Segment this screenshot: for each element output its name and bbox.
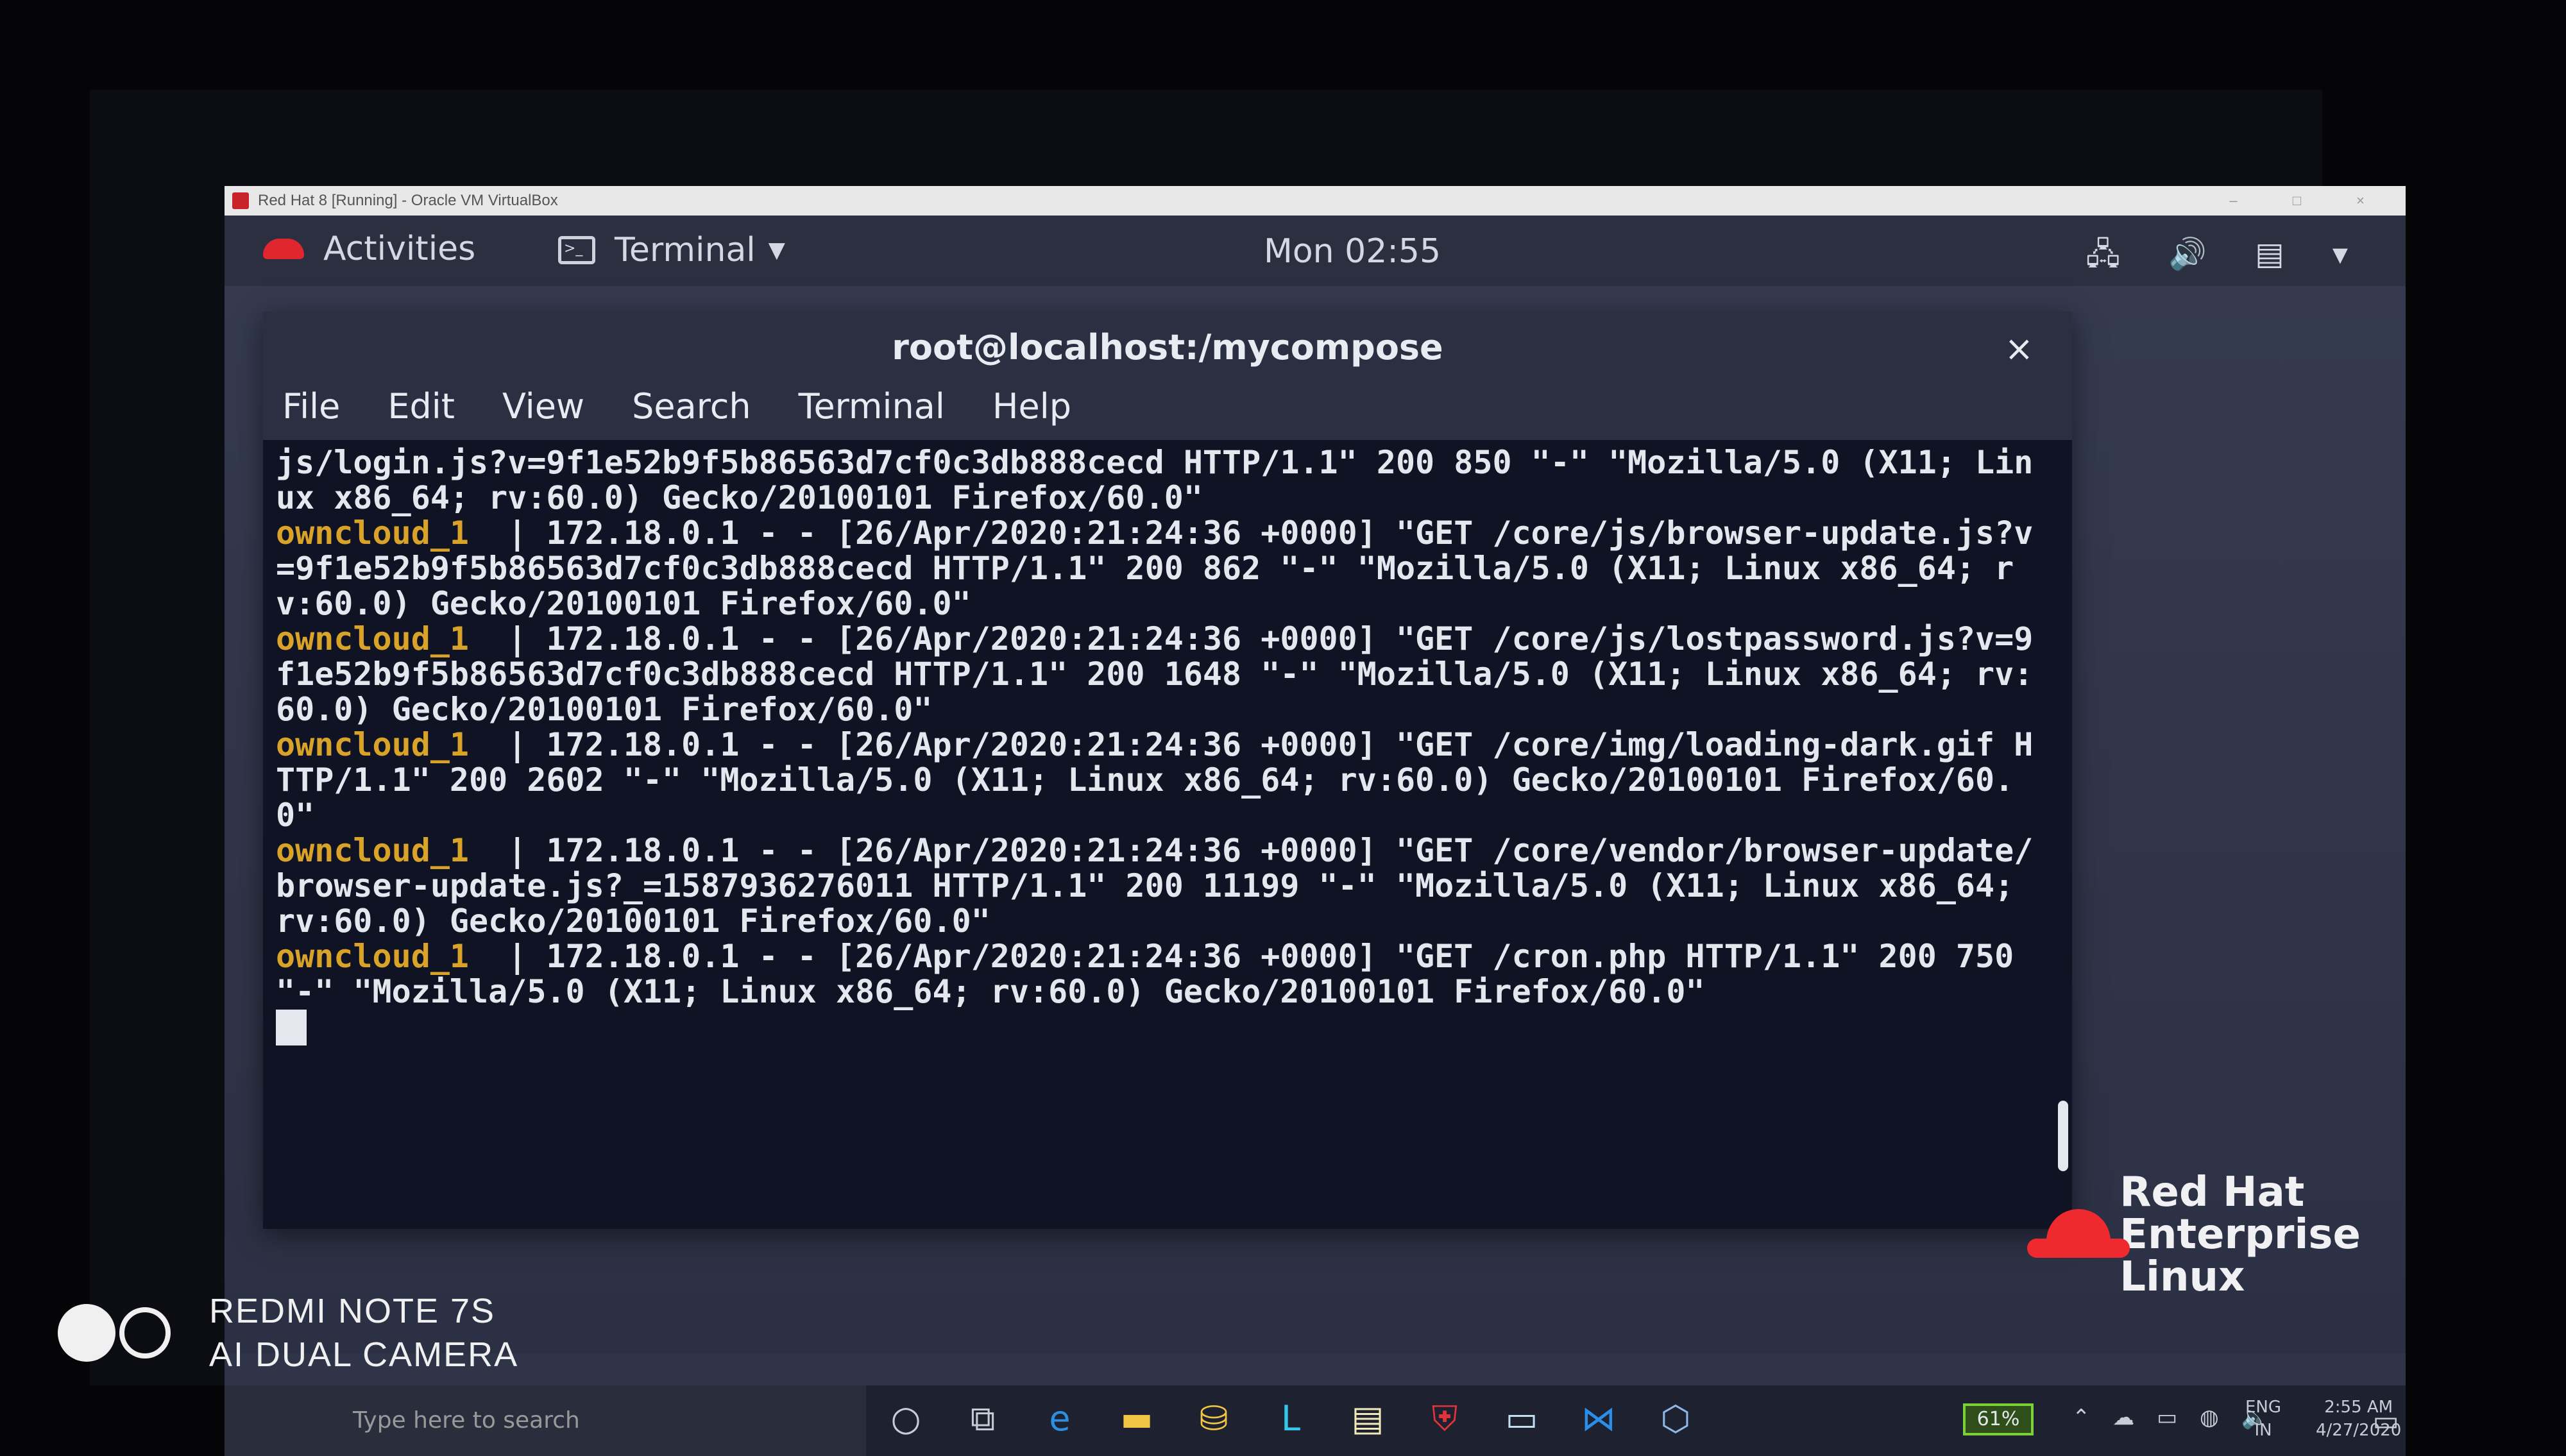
virtualbox-app-icon (232, 192, 249, 209)
log-prefix: owncloud_1 (276, 514, 470, 552)
terminal-window: root@localhost:/mycompose × File Edit Vi… (263, 312, 2072, 1229)
mcafee-icon[interactable]: ⛨ (1424, 1398, 1465, 1439)
log-text: | 172.18.0.1 - - [26/Apr/2020:21:24:36 +… (276, 514, 2034, 622)
watermark-ring-icon (119, 1307, 171, 1359)
log-text: | 172.18.0.1 - - [26/Apr/2020:21:24:36 +… (276, 832, 2034, 940)
lang-top: ENG (2245, 1398, 2282, 1417)
edge-icon[interactable]: e (1039, 1398, 1080, 1439)
gnome-top-bar: Activities >_ Terminal ▼ Mon 02:55 🖧 🔊 ▤… (225, 216, 2406, 286)
battery-indicator[interactable]: 61% (1963, 1403, 2034, 1435)
menu-file[interactable]: File (282, 386, 340, 427)
menu-search[interactable]: Search (632, 386, 751, 427)
terminal-title: root@localhost:/mycompose (892, 327, 1443, 368)
close-icon[interactable]: × (2005, 328, 2034, 369)
log-text: | 172.18.0.1 - - [26/Apr/2020:21:24:36 +… (276, 938, 2034, 1010)
app-menu-label: Terminal (615, 231, 756, 269)
terminal-icon: >_ (558, 236, 595, 264)
log-prefix: owncloud_1 (276, 832, 470, 869)
windows-taskbar: Type here to search ○ ⧉ e ▬ ⛁ L ▤ ⛨ ▭ ⋈ … (225, 1385, 2406, 1456)
log-text: | 172.18.0.1 - - [26/Apr/2020:21:24:36 +… (276, 620, 2034, 728)
activities-button[interactable]: Activities (263, 230, 475, 268)
redhat-logo-icon (2027, 1209, 2130, 1260)
log-line: owncloud_1 | 172.18.0.1 - - [26/Apr/2020… (276, 727, 2034, 833)
watermark-line-1: REDMI NOTE 7S (209, 1292, 496, 1330)
virtualbox-titlebar: Red Hat 8 [Running] - Oracle VM VirtualB… (225, 186, 2406, 216)
virtualbox-title: Red Hat 8 [Running] - Oracle VM VirtualB… (258, 192, 558, 209)
log-text: | 172.18.0.1 - - [26/Apr/2020:21:24:36 +… (276, 726, 2034, 834)
vscode-icon[interactable]: ⋈ (1578, 1398, 1619, 1439)
terminal-output[interactable]: js/login.js?v=9f1e52b9f5b86563d7cf0c3db8… (263, 440, 2072, 1229)
redhat-enterprise-logo: Red Hat Enterprise Linux (2027, 1171, 2406, 1298)
task-view-icon[interactable]: ⧉ (962, 1398, 1003, 1439)
log-prefix: owncloud_1 (276, 726, 470, 763)
desktop: root@localhost:/mycompose × File Edit Vi… (225, 286, 2406, 1353)
log-line: owncloud_1 | 172.18.0.1 - - [26/Apr/2020… (276, 939, 2034, 1010)
clock[interactable]: Mon 02:55 (1264, 232, 1441, 271)
notification-icon[interactable]: ▭ (2372, 1405, 2399, 1437)
menu-view[interactable]: View (502, 386, 584, 427)
notes-icon[interactable]: ▤ (1347, 1398, 1388, 1439)
log-line: owncloud_1 | 172.18.0.1 - - [26/Apr/2020… (276, 516, 2034, 622)
terminal-cursor (276, 1010, 307, 1045)
language-indicator[interactable]: ENG IN (2245, 1396, 2281, 1442)
log-line: owncloud_1 | 172.18.0.1 - - [26/Apr/2020… (276, 622, 2034, 727)
terminal-menu-bar: File Edit View Search Terminal Help (282, 386, 1071, 427)
terminal-scrollbar[interactable] (2058, 1101, 2068, 1171)
terminal-app-menu[interactable]: >_ Terminal ▼ (558, 231, 785, 269)
menu-terminal[interactable]: Terminal (799, 386, 945, 427)
watermark-dot-icon (58, 1304, 115, 1362)
lang-bottom: IN (2254, 1421, 2272, 1440)
chevron-down-icon: ▼ (768, 237, 785, 263)
activities-label: Activities (323, 230, 476, 268)
log-prefix: owncloud_1 (276, 620, 470, 657)
camera-watermark: REDMI NOTE 7S AI DUAL CAMERA (58, 1289, 518, 1376)
chat-icon[interactable]: ▭ (1501, 1398, 1542, 1439)
log-prefix: owncloud_1 (276, 938, 470, 975)
store-icon[interactable]: ⛁ (1193, 1398, 1234, 1439)
log-line: owncloud_1 | 172.18.0.1 - - [26/Apr/2020… (276, 833, 2034, 939)
virtualbox-icon[interactable]: ⬡ (1655, 1398, 1696, 1439)
log-text: js/login.js?v=9f1e52b9f5b86563d7cf0c3db8… (276, 444, 2034, 516)
watermark-line-2: AI DUAL CAMERA (209, 1335, 519, 1374)
app-l-icon[interactable]: L (1270, 1398, 1311, 1439)
redhat-hat-icon (263, 239, 304, 259)
monitor-frame: Red Hat 8 [Running] - Oracle VM VirtualB… (90, 90, 2406, 1456)
system-tray-menu[interactable]: 🖧 🔊 ▤ ▾ (2086, 232, 2367, 284)
file-explorer-icon[interactable]: ▬ (1116, 1398, 1157, 1439)
window-controls[interactable]: – □ × (2229, 186, 2390, 216)
menu-edit[interactable]: Edit (387, 386, 455, 427)
terminal-header: root@localhost:/mycompose × File Edit Vi… (263, 312, 2072, 440)
logo-line-1: Red Hat (2120, 1169, 2305, 1216)
taskbar-pinned-apps: ○ ⧉ e ▬ ⛁ L ▤ ⛨ ▭ ⋈ ⬡ (885, 1398, 1696, 1439)
log-line: js/login.js?v=9f1e52b9f5b86563d7cf0c3db8… (276, 445, 2034, 516)
cortana-icon[interactable]: ○ (885, 1398, 926, 1439)
virtualbox-window: Red Hat 8 [Running] - Oracle VM VirtualB… (225, 186, 2406, 1456)
menu-help[interactable]: Help (992, 386, 1071, 427)
logo-line-2: Enterprise Linux (2120, 1211, 2361, 1301)
taskbar-search-input[interactable]: Type here to search (225, 1385, 866, 1456)
